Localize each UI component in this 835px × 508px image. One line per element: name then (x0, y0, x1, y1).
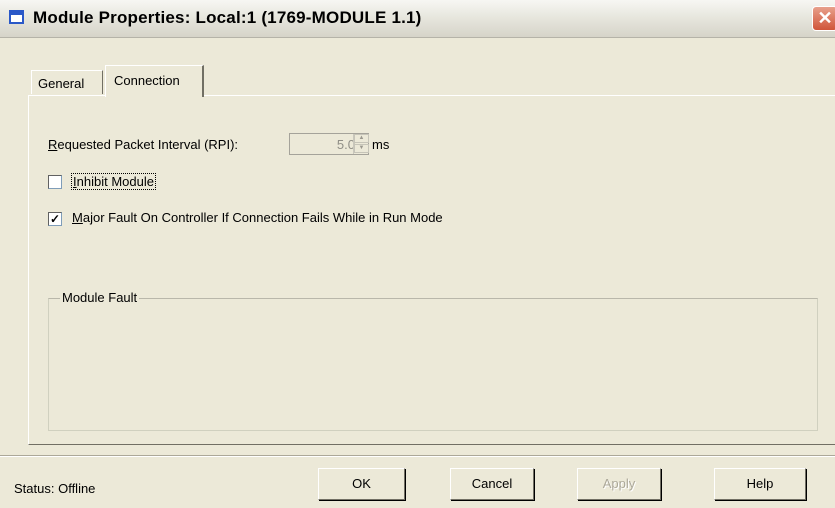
footer-divider (0, 455, 835, 457)
help-button[interactable]: Help (714, 468, 806, 500)
window-icon (9, 10, 24, 24)
title-bar[interactable]: Module Properties: Local:1 (1769-MODULE … (0, 0, 835, 38)
tab-connection[interactable]: Connection (105, 65, 204, 97)
close-button[interactable]: ✕ (812, 6, 835, 31)
cancel-button[interactable]: Cancel (450, 468, 534, 500)
tab-general[interactable]: General (31, 70, 103, 94)
ok-button[interactable]: OK (318, 468, 405, 500)
window-title: Module Properties: Local:1 (1769-MODULE … (33, 8, 422, 27)
status-text: Status: Offline (14, 481, 96, 496)
tab-panel (28, 95, 835, 445)
apply-button[interactable]: Apply (577, 468, 661, 500)
